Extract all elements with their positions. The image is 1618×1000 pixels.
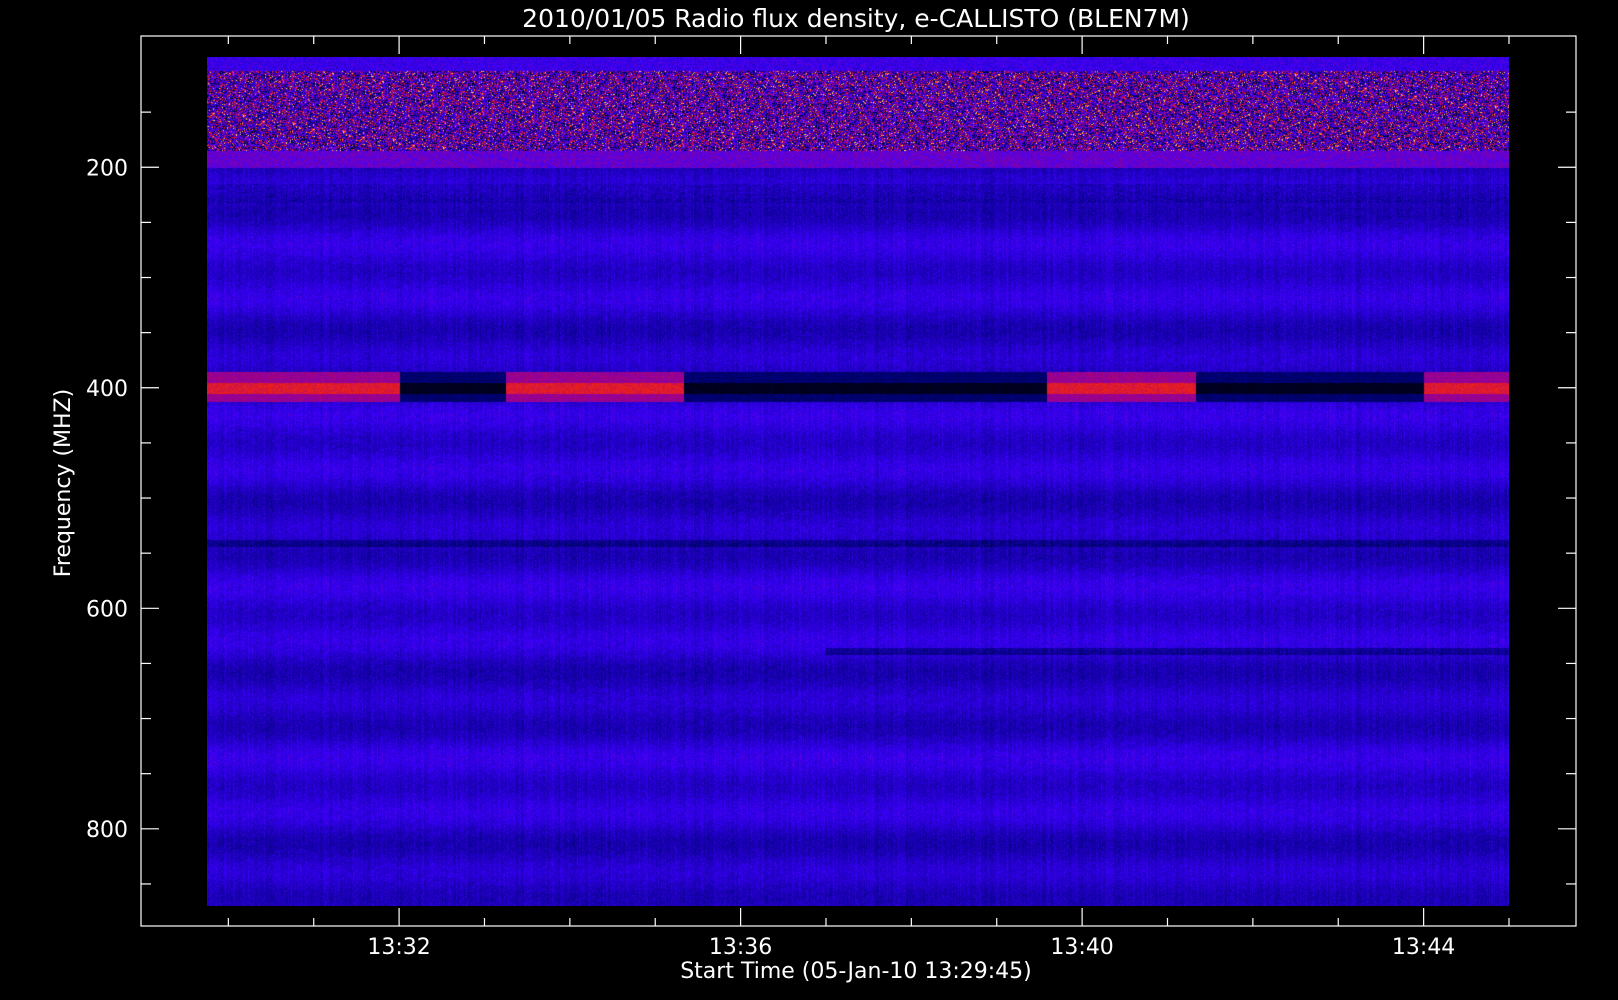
y-tick-label: 400 [86, 377, 128, 402]
y-tick-label: 600 [86, 597, 128, 622]
x-tick-label: 13:40 [1050, 935, 1113, 960]
y-axis-label: Frequency (MHZ) [51, 389, 76, 577]
spectrogram-cells [207, 57, 1509, 906]
x-tick-label: 13:36 [709, 935, 772, 960]
heatmap-image [207, 57, 1509, 906]
y-tick-label: 800 [86, 818, 128, 843]
x-axis-label: Start Time (05-Jan-10 13:29:45) [680, 959, 1032, 984]
y-tick-label: 200 [86, 156, 128, 181]
x-tick-label: 13:44 [1392, 935, 1455, 960]
chart-title: 2010/01/05 Radio flux density, e-CALLIST… [522, 4, 1190, 33]
x-tick-label: 13:32 [367, 935, 430, 960]
spectrogram-chart: 2010/01/05 Radio flux density, e-CALLIST… [0, 0, 1618, 1000]
